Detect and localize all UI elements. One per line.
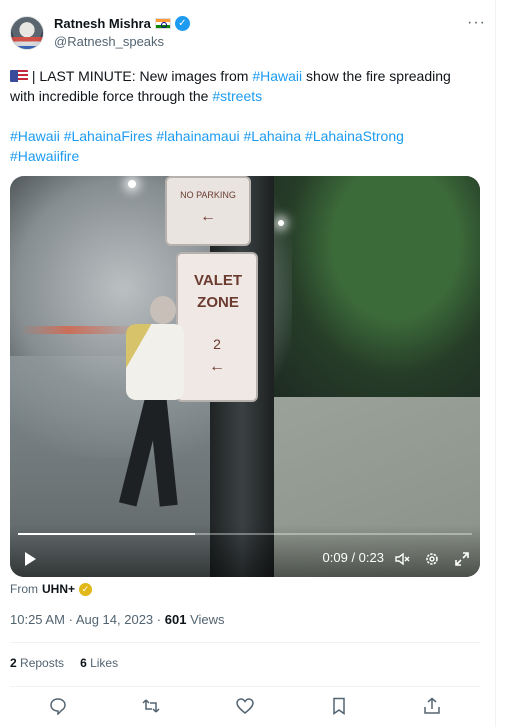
video-progress-fill: [18, 533, 196, 535]
reposts-count: 2: [10, 656, 17, 670]
settings-gear-icon[interactable]: [424, 551, 440, 567]
tweet-paragraph-1: | LAST MINUTE: New images from #Hawaii s…: [10, 66, 480, 106]
hashtag-link[interactable]: #Lahaina: [244, 128, 302, 144]
sign-top-text: NO PARKING: [180, 190, 236, 200]
likes-label: Likes: [90, 656, 119, 670]
repost-icon: [142, 699, 160, 713]
likes-stat[interactable]: 6 Likes: [80, 656, 118, 670]
tweet-date[interactable]: Aug 14, 2023: [76, 612, 153, 627]
avatar[interactable]: [10, 16, 44, 50]
share-icon: [424, 697, 440, 714]
bookmark-icon: [333, 697, 345, 715]
video-progress-bar[interactable]: [18, 533, 472, 535]
tweet-text-2: show the fire spreading: [302, 68, 451, 84]
hashtag-link[interactable]: #Hawaii: [252, 68, 302, 84]
tweet-hashtags: #Hawaii #LahainaFires #lahainamaui #Laha…: [10, 126, 480, 166]
video-controls: 0:09 / 0:23: [10, 525, 480, 577]
media-source: From UHN+ ✓: [10, 582, 93, 596]
from-label: From: [10, 582, 38, 596]
meta-separator: ·: [156, 612, 162, 627]
divider: [10, 642, 480, 643]
tweet-meta: 10:25 AM · Aug 14, 2023 · 601 Views: [10, 612, 225, 627]
person-figure: [118, 296, 188, 526]
views-count: 601: [164, 612, 187, 627]
fullscreen-icon[interactable]: [454, 551, 470, 567]
user-handle[interactable]: @Ratnesh_speaks: [54, 34, 164, 49]
tweet-actions: [10, 694, 480, 718]
likes-count: 6: [80, 656, 87, 670]
more-options-icon[interactable]: ···: [467, 14, 486, 32]
heart-icon: [236, 698, 254, 714]
video-player[interactable]: NO PARKING ← VALET ZONE 2 ← 0:09 / 0:23: [10, 176, 480, 577]
tweet-stats: 2 Reposts 6 Likes: [10, 656, 118, 670]
source-name[interactable]: UHN+: [42, 582, 75, 596]
tweet-text-1: | LAST MINUTE: New images from: [31, 68, 253, 84]
reposts-stat[interactable]: 2 Reposts: [10, 656, 64, 670]
hashtag-link[interactable]: #Hawaii: [10, 128, 60, 144]
column-border: [495, 0, 496, 727]
valet-sign: VALET ZONE 2 ←: [176, 252, 258, 402]
video-frame: NO PARKING ← VALET ZONE 2 ←: [10, 176, 480, 577]
sign-bottom-text: VALET ZONE: [193, 272, 243, 311]
us-flag-icon: [10, 70, 28, 82]
verified-badge-icon[interactable]: ✓: [174, 16, 190, 31]
display-name[interactable]: Ratnesh Mishra: [54, 16, 151, 31]
hashtag-link[interactable]: #lahainamaui: [156, 128, 239, 144]
video-time: 0:09 / 0:23: [322, 550, 384, 565]
repost-button[interactable]: [139, 694, 163, 718]
tweet-time[interactable]: 10:25 AM: [10, 612, 65, 627]
hashtag-link[interactable]: #Hawaiifire: [10, 148, 79, 164]
sign-bottom-sub: 2: [213, 336, 221, 352]
like-button[interactable]: [233, 694, 257, 718]
parking-sign: NO PARKING ←: [165, 176, 251, 246]
views-label: Views: [190, 612, 225, 627]
reposts-label: Reposts: [20, 656, 65, 670]
share-button[interactable]: [420, 694, 444, 718]
reply-button[interactable]: [46, 694, 70, 718]
reply-icon: [50, 698, 66, 715]
name-row: Ratnesh Mishra ✓: [54, 16, 190, 31]
tweet-body: | LAST MINUTE: New images from #Hawaii s…: [10, 66, 480, 186]
tweet-header: Ratnesh Mishra ✓ @Ratnesh_speaks ···: [10, 14, 486, 54]
india-flag-icon: [154, 18, 171, 29]
meta-separator: ·: [68, 612, 73, 627]
tweet-text-3: with incredible force through the: [10, 88, 213, 104]
hashtag-link[interactable]: #LahainaStrong: [305, 128, 404, 144]
mute-icon[interactable]: [394, 551, 410, 567]
hashtag-link[interactable]: #LahainaFires: [64, 128, 153, 144]
hashtag-link[interactable]: #streets: [212, 88, 262, 104]
divider: [10, 686, 480, 687]
gold-verified-icon: ✓: [79, 582, 93, 596]
play-icon[interactable]: [22, 551, 38, 567]
bookmark-button[interactable]: [327, 694, 351, 718]
